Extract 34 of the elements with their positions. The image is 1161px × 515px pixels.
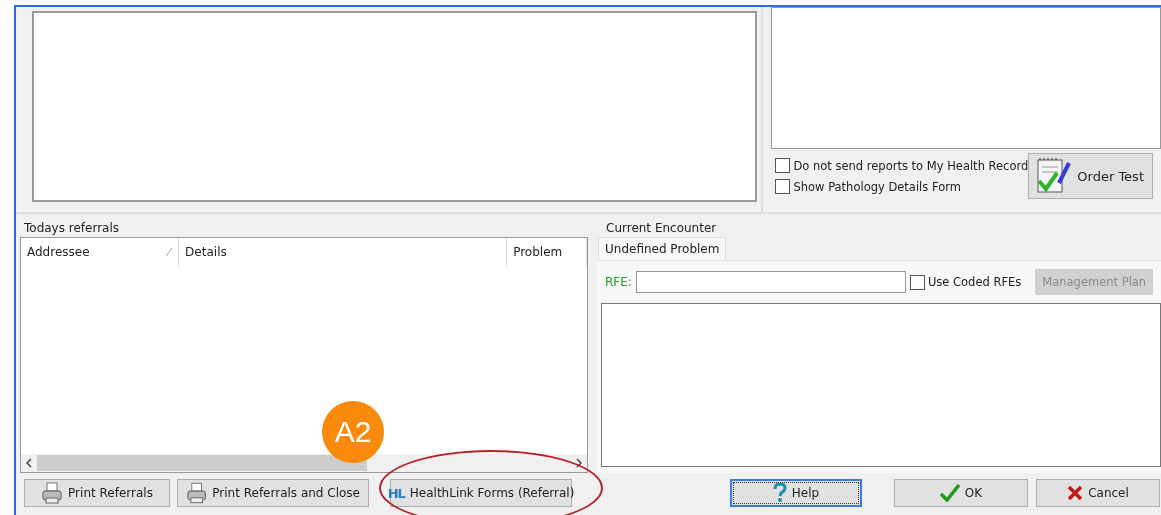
question-mark-icon — [772, 483, 787, 503]
printer-button[interactable]: Print Referrals — [24, 479, 170, 507]
checkbox-label: Do not send reports to My Health Record — [793, 158, 1029, 173]
notes-text-area[interactable] — [32, 11, 758, 202]
checkbox[interactable] — [775, 158, 791, 173]
checkbox[interactable] — [909, 274, 925, 290]
tab[interactable]: Undefined Problem — [598, 237, 727, 260]
rfe-label: RFE: — [605, 275, 632, 289]
notepad-check-icon — [1035, 157, 1072, 195]
horizontal-scrollbar[interactable] — [21, 454, 587, 472]
check-mark-icon — [939, 484, 960, 502]
column-header[interactable]: Details — [185, 245, 227, 259]
checkbox-label: Use Coded RFEs — [927, 275, 1022, 289]
scrollbar-thumb[interactable] — [37, 455, 367, 471]
ok-button[interactable]: OK — [894, 479, 1028, 507]
healthlink-button[interactable]: HL HealthLink Forms (Referral) — [390, 479, 572, 507]
healthlink-logo-icon: HL — [387, 485, 405, 501]
checkbox-label: Show Pathology Details Form — [793, 179, 961, 194]
group-title: Current Encounter — [605, 220, 718, 237]
printer-icon — [41, 482, 64, 504]
column-header[interactable]: Addressee — [27, 245, 90, 259]
cancel-button[interactable]: Cancel — [1036, 479, 1160, 507]
group-title: Todays referrals — [23, 220, 121, 237]
help-button[interactable]: Help — [730, 479, 862, 507]
column-header[interactable]: Problem — [513, 245, 563, 259]
checkbox[interactable] — [775, 179, 791, 194]
printer-icon — [186, 482, 208, 504]
order-test-button[interactable]: Order Test — [1028, 153, 1153, 199]
sort-icon — [166, 248, 173, 256]
rfe-input-field[interactable] — [635, 271, 906, 293]
cross-icon — [1067, 485, 1084, 501]
scroll-right-icon[interactable] — [575, 458, 583, 468]
scroll-left-icon[interactable] — [25, 458, 33, 468]
printer-button[interactable]: Print Referrals and Close — [177, 479, 369, 507]
